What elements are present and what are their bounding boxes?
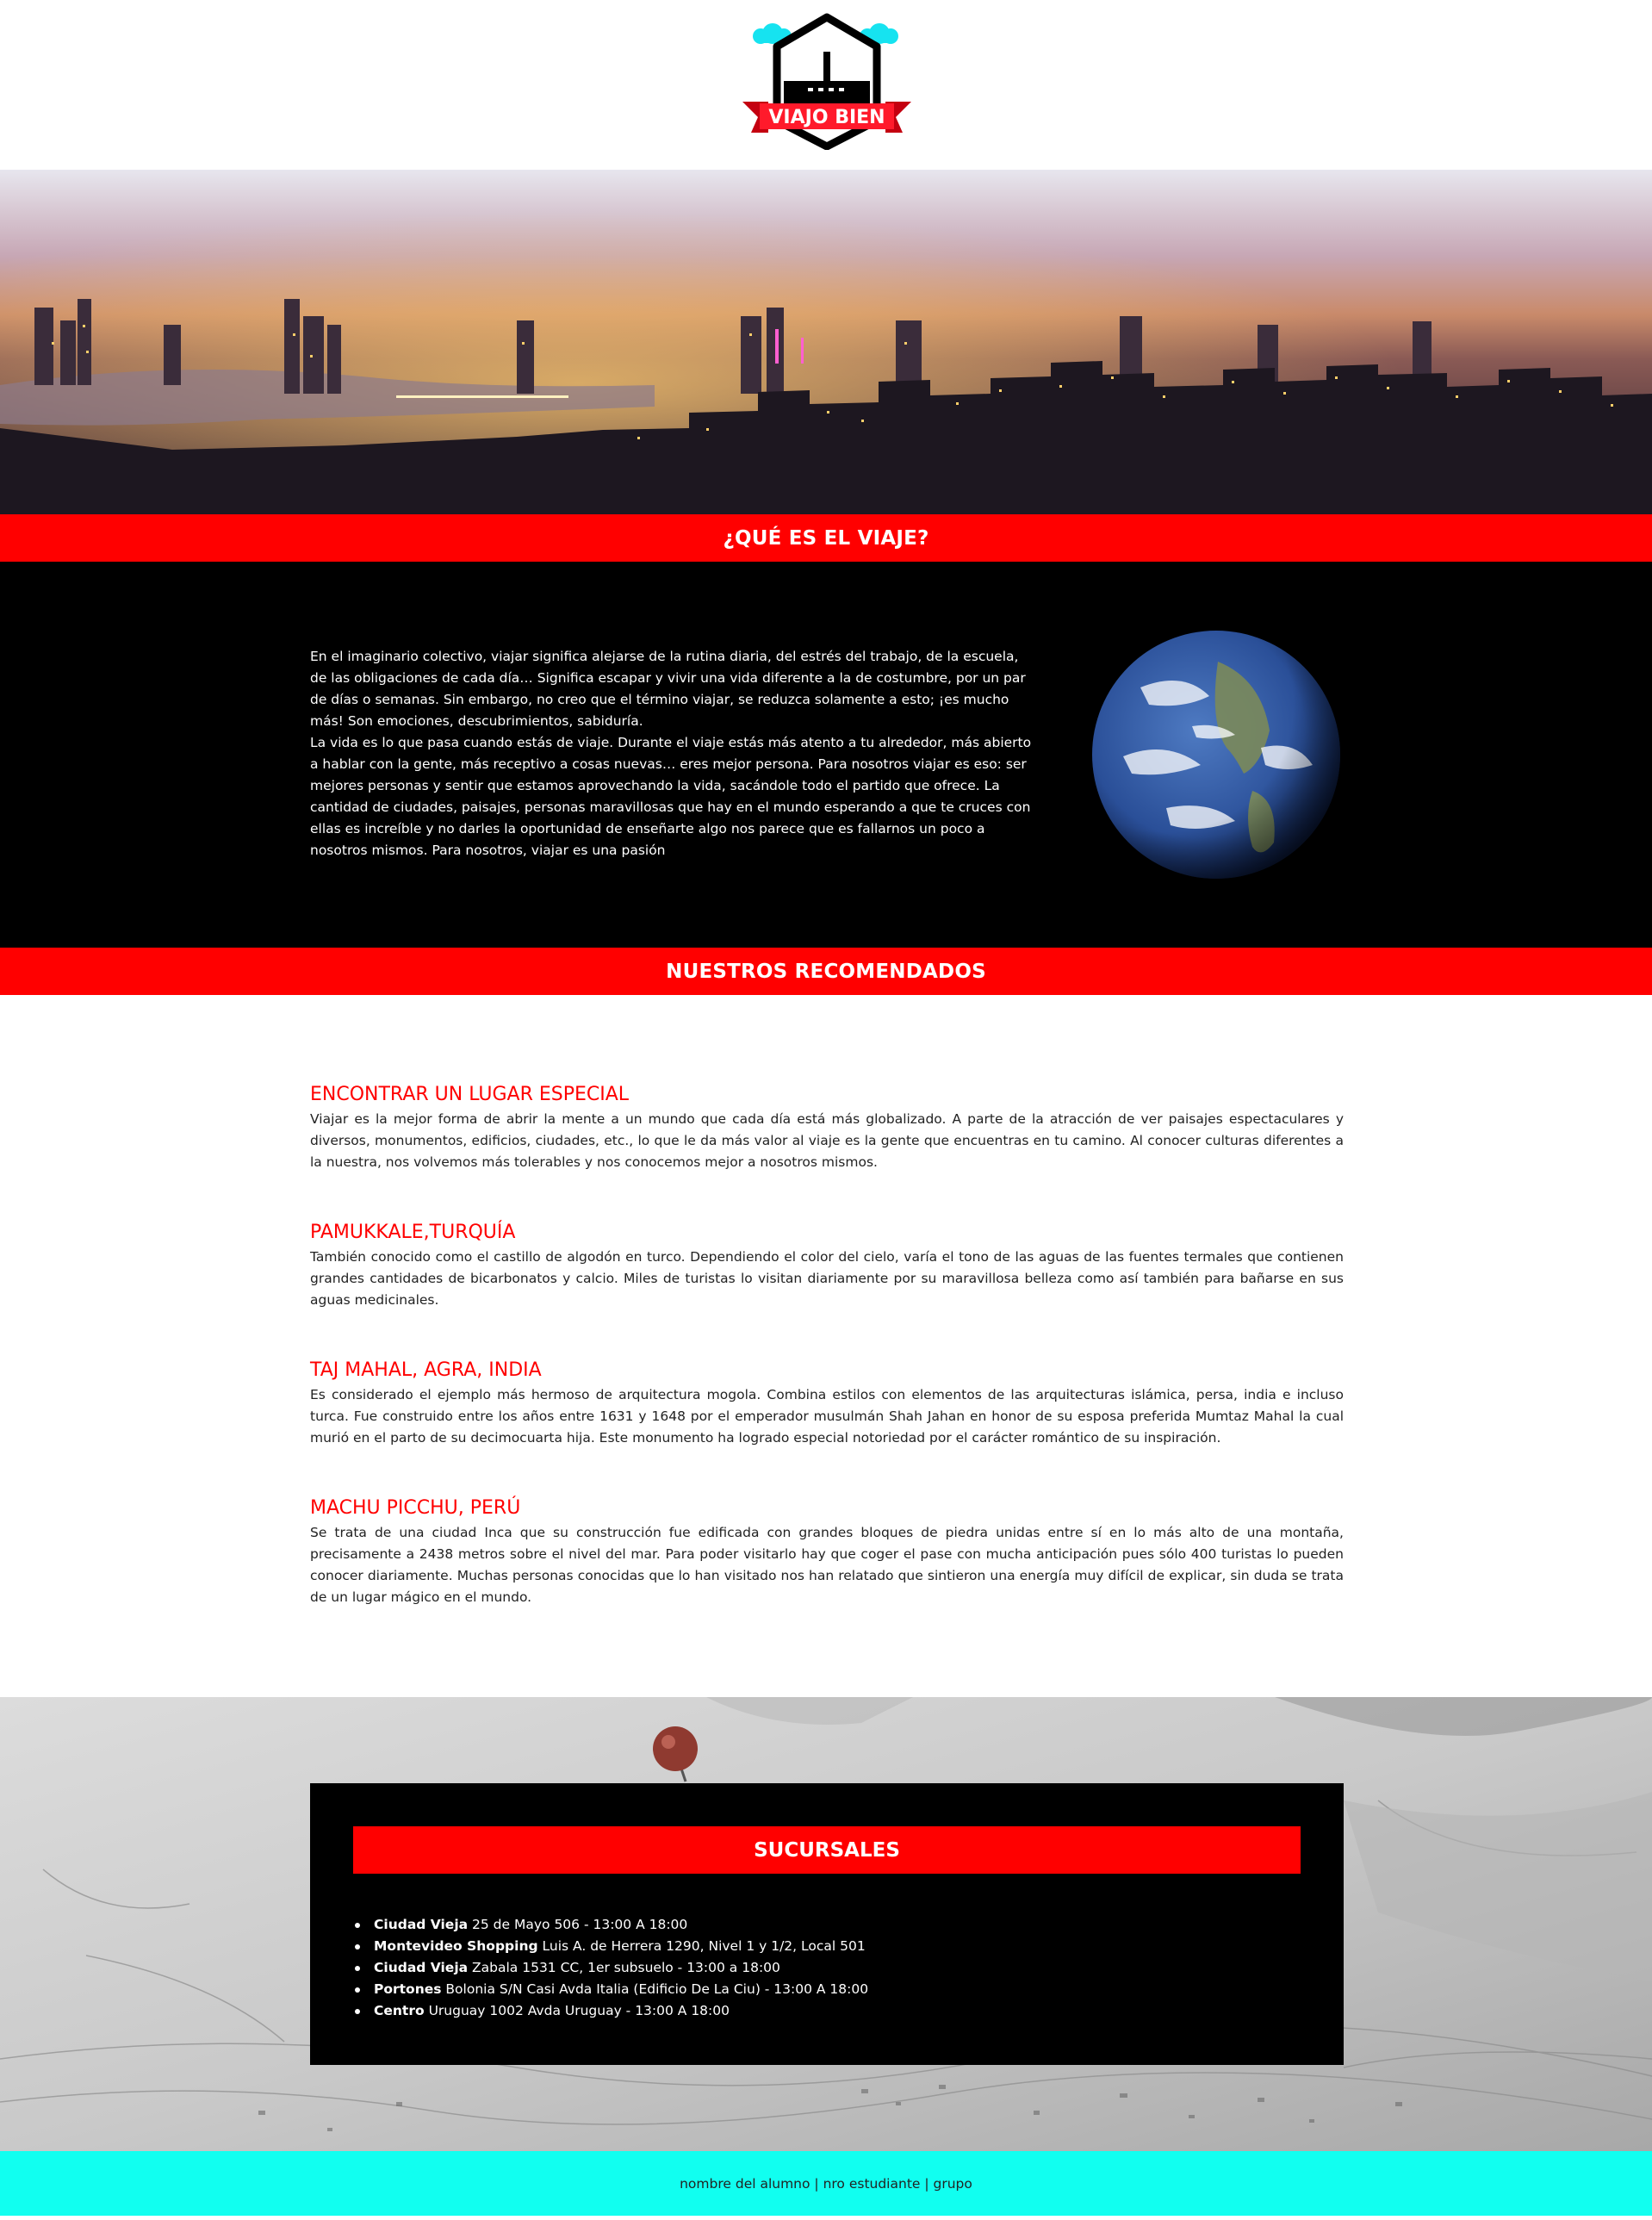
sucursal-item: Montevideo Shopping Luis A. de Herrera 1… [353, 1936, 1301, 1957]
sucursal-detail: 25 de Mayo 506 - 13:00 A 18:00 [472, 1917, 688, 1932]
que-es-paragraph: La vida es lo que pasa cuando estás de v… [310, 735, 1032, 858]
factory-logo-icon: VIAJO BIEN [742, 13, 911, 151]
earth-globe-image [1089, 627, 1344, 882]
sucursal-detail: Uruguay 1002 Avda Uruguay - 13:00 A 18:0… [428, 2003, 730, 2018]
sucursales-map-background: SUCURSALES Ciudad Vieja 25 de Mayo 506 -… [0, 1697, 1652, 2151]
recomendados-section: ENCONTRAR UN LUGAR ESPECIAL Viajar es la… [0, 995, 1652, 1697]
site-logo[interactable]: VIAJO BIEN [732, 12, 922, 151]
recommendation-item: MACHU PICCHU, PERÚ Se trata de una ciuda… [310, 1496, 1344, 1608]
bullet-icon [355, 2009, 360, 2014]
recommendation-title: MACHU PICCHU, PERÚ [310, 1497, 521, 1519]
site-footer: nombre del alumno | nro estudiante | gru… [0, 2151, 1652, 2216]
sucursales-title-bar: SUCURSALES [353, 1826, 1301, 1874]
que-es-section: En el imaginario colectivo, viajar signi… [0, 562, 1652, 948]
que-es-section-bar: ¿QUÉ ES EL VIAJE? [0, 514, 1652, 562]
footer-text: nombre del alumno | nro estudiante | gru… [680, 2175, 972, 2192]
sucursal-detail: Luis A. de Herrera 1290, Nivel 1 y 1/2, … [542, 1938, 866, 1954]
recommendation-item: ENCONTRAR UN LUGAR ESPECIAL Viajar es la… [310, 1083, 1344, 1173]
sucursal-item: Portones Bolonia S/N Casi Avda Italia (E… [353, 1979, 1301, 2000]
recomendados-section-bar: NUESTROS RECOMENDADOS [0, 948, 1652, 995]
recommendation-title: TAJ MAHAL, AGRA, INDIA [310, 1359, 542, 1381]
recommendation-text: También conocido como el castillo de alg… [310, 1249, 1344, 1308]
bullet-icon [355, 1944, 360, 1949]
city-skyline-icon [0, 170, 1652, 514]
recommendation-title: PAMUKKALE,TURQUÍA [310, 1222, 516, 1243]
sucursal-name: Montevideo Shopping [374, 1938, 538, 1954]
sucursal-name: Portones [374, 1981, 442, 1997]
que-es-title: ¿QUÉ ES EL VIAJE? [723, 526, 929, 550]
sucursal-detail: Zabala 1531 CC, 1er subsuelo - 13:00 a 1… [472, 1960, 780, 1975]
sucursal-name: Centro [374, 2003, 425, 2018]
recommendation-title: ENCONTRAR UN LUGAR ESPECIAL [310, 1084, 630, 1105]
recommendation-item: PAMUKKALE,TURQUÍA También conocido como … [310, 1221, 1344, 1311]
sucursal-name: Ciudad Vieja [374, 1960, 469, 1975]
sucursal-detail: Bolonia S/N Casi Avda Italia (Edificio D… [445, 1981, 869, 1997]
recomendados-title: NUESTROS RECOMENDADOS [666, 960, 986, 983]
sucursales-title: SUCURSALES [754, 1838, 900, 1862]
recommendation-item: TAJ MAHAL, AGRA, INDIA Es considerado el… [310, 1359, 1344, 1449]
bullet-icon [355, 1923, 360, 1928]
bullet-icon [355, 1987, 360, 1993]
recommendation-text: Se trata de una ciudad Inca que su const… [310, 1525, 1344, 1605]
sucursal-item: Ciudad Vieja Zabala 1531 CC, 1er subsuel… [353, 1957, 1301, 1979]
recommendation-text: Es considerado el ejemplo más hermoso de… [310, 1387, 1344, 1446]
que-es-paragraph: En el imaginario colectivo, viajar signi… [310, 649, 1026, 729]
hero-city-image [0, 170, 1652, 514]
sucursal-name: Ciudad Vieja [374, 1917, 469, 1932]
que-es-text: En el imaginario colectivo, viajar signi… [310, 646, 1034, 861]
page-bottom-margin [0, 2216, 1652, 2220]
sucursal-item: Ciudad Vieja 25 de Mayo 506 - 13:00 A 18… [353, 1914, 1301, 1936]
site-header: VIAJO BIEN [0, 0, 1652, 170]
recommendation-text: Viajar es la mejor forma de abrir la men… [310, 1111, 1344, 1170]
logo-text: VIAJO BIEN [768, 107, 885, 128]
sucursales-panel: SUCURSALES Ciudad Vieja 25 de Mayo 506 -… [310, 1783, 1344, 2065]
sucursales-list: Ciudad Vieja 25 de Mayo 506 - 13:00 A 18… [353, 1914, 1301, 2022]
earth-globe-icon [1092, 631, 1340, 879]
sucursal-item: Centro Uruguay 1002 Avda Uruguay - 13:00… [353, 2000, 1301, 2022]
bullet-icon [355, 1966, 360, 1971]
